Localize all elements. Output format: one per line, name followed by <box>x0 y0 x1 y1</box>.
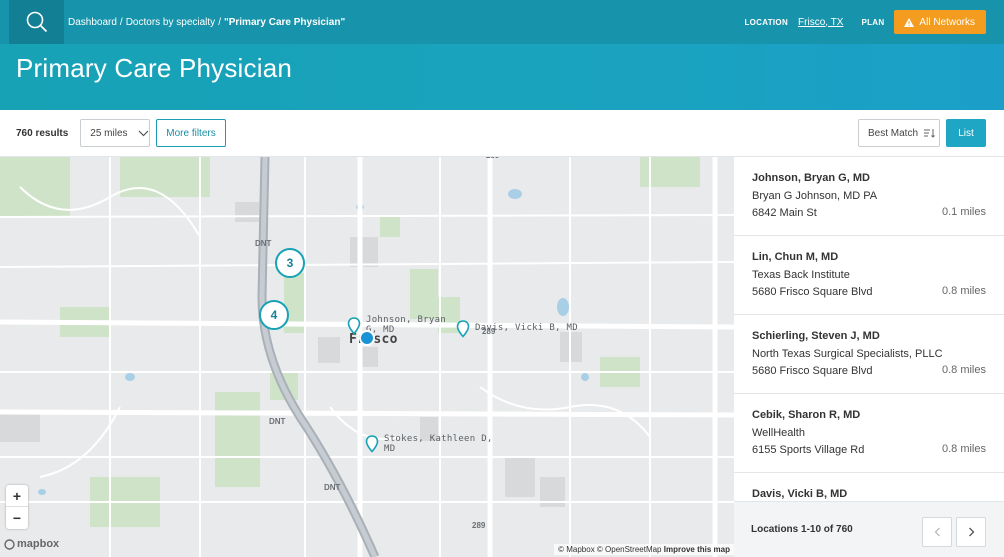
results-list: Johnson, Bryan G, MD Bryan G Johnson, MD… <box>734 157 1004 501</box>
result-card[interactable]: Johnson, Bryan G, MD Bryan G Johnson, MD… <box>734 157 1004 236</box>
road-label-289: 289 <box>486 157 499 160</box>
sort-value: Best Match <box>868 127 919 139</box>
zoom-out-button[interactable]: − <box>6 507 28 529</box>
network-button-label: All Networks <box>919 16 975 28</box>
distance: 0.8 miles <box>941 442 986 455</box>
map-cluster-marker[interactable]: 3 <box>275 248 305 278</box>
practice-name: WellHealth <box>752 426 805 439</box>
warning-icon <box>904 17 915 27</box>
pagination-bar: Locations 1-10 of 760 <box>734 501 1004 557</box>
doctor-name[interactable]: Cebik, Sharon R, MD <box>752 407 986 425</box>
network-button[interactable]: All Networks <box>894 10 986 34</box>
distance: 0.8 miles <box>941 363 986 376</box>
mapbox-icon <box>4 538 15 550</box>
map-attribution: © Mapbox © OpenStreetMap Improve this ma… <box>554 544 734 555</box>
sort-icon <box>924 129 935 138</box>
doctor-name[interactable]: Lin, Chun M, MD <box>752 249 986 267</box>
doctor-name[interactable]: Davis, Vicki B, MD <box>752 486 986 501</box>
doctor-name[interactable]: Johnson, Bryan G, MD <box>752 170 986 188</box>
breadcrumb: Dashboard / Doctors by specialty / "Prim… <box>68 16 346 28</box>
current-location-dot <box>359 330 375 346</box>
map-cluster-marker[interactable]: 4 <box>259 300 289 330</box>
breadcrumb-doctors-by-specialty[interactable]: Doctors by specialty <box>126 17 215 28</box>
title-banner: Primary Care Physician <box>0 44 1004 110</box>
distance-select[interactable]: 25 miles <box>80 119 151 147</box>
road-label-289: 289 <box>472 521 486 530</box>
filter-bar: 760 results 25 miles More filters Best M… <box>0 110 1004 157</box>
map-pin-label: Johnson, Bryan G, MD <box>366 315 447 335</box>
location-link[interactable]: Frisco, TX <box>798 17 843 28</box>
zoom-in-button[interactable]: + <box>6 485 28 507</box>
road-label-dnt: DNT <box>255 239 272 248</box>
map-pin-icon[interactable] <box>456 320 470 338</box>
previous-page-button[interactable] <box>922 517 952 547</box>
result-card[interactable]: Davis, Vicki B, MD <box>734 473 1004 501</box>
doctor-name[interactable]: Schierling, Steven J, MD <box>752 328 986 346</box>
road-label-dnt: DNT <box>269 417 286 426</box>
result-card[interactable]: Cebik, Sharon R, MD WellHealth 6155 Spor… <box>734 394 1004 473</box>
chevron-left-icon <box>934 527 940 537</box>
improve-map-link[interactable]: Improve this map <box>664 545 730 554</box>
results-count: 760 results <box>16 127 69 139</box>
page-title: Primary Care Physician <box>16 53 293 83</box>
zoom-control: + − <box>6 485 28 529</box>
breadcrumb-current: "Primary Care Physician" <box>223 16 346 28</box>
search-button[interactable] <box>9 0 64 44</box>
map-base <box>0 157 734 557</box>
map-pin-icon[interactable] <box>365 435 379 453</box>
sort-select[interactable]: Best Match <box>858 119 940 147</box>
distance: 0.1 miles <box>941 205 986 218</box>
map-view[interactable]: 289 DNT DNT DNT 289 289 Frisco 3 4 Johns… <box>0 157 734 557</box>
practice-name: North Texas Surgical Specialists, PLLC <box>752 347 943 360</box>
more-filters-button[interactable]: More filters <box>156 119 226 147</box>
distance-value: 25 miles <box>90 127 128 139</box>
mapbox-logo-text: mapbox <box>17 538 60 550</box>
chevron-right-icon <box>968 527 974 537</box>
pagination-summary: Locations 1-10 of 760 <box>751 524 853 535</box>
result-card[interactable]: Lin, Chun M, MD Texas Back Institute 568… <box>734 236 1004 315</box>
result-card[interactable]: Schierling, Steven J, MD North Texas Sur… <box>734 315 1004 394</box>
top-navigation-bar: Dashboard / Doctors by specialty / "Prim… <box>0 0 1004 44</box>
map-pin-label: Stokes, Kathleen D, MD <box>384 434 493 454</box>
practice-name: Texas Back Institute <box>752 268 850 281</box>
distance: 0.8 miles <box>941 284 986 297</box>
attribution-text[interactable]: © Mapbox © OpenStreetMap <box>558 545 661 554</box>
road-label-dnt: DNT <box>324 483 341 492</box>
map-pin-label: Davis, Vicki B, MD <box>475 323 578 333</box>
header-actions: LOCATION Frisco, TX PLAN All Networks <box>744 10 1004 34</box>
chevron-down-icon <box>138 130 148 136</box>
mapbox-logo[interactable]: mapbox <box>4 538 59 550</box>
plan-label[interactable]: PLAN <box>861 18 884 27</box>
list-view-button[interactable]: List <box>946 119 986 147</box>
search-icon <box>26 11 47 33</box>
next-page-button[interactable] <box>956 517 986 547</box>
breadcrumb-dashboard[interactable]: Dashboard <box>68 17 117 28</box>
location-label: LOCATION <box>744 17 789 27</box>
practice-name: Bryan G Johnson, MD PA <box>752 189 878 202</box>
